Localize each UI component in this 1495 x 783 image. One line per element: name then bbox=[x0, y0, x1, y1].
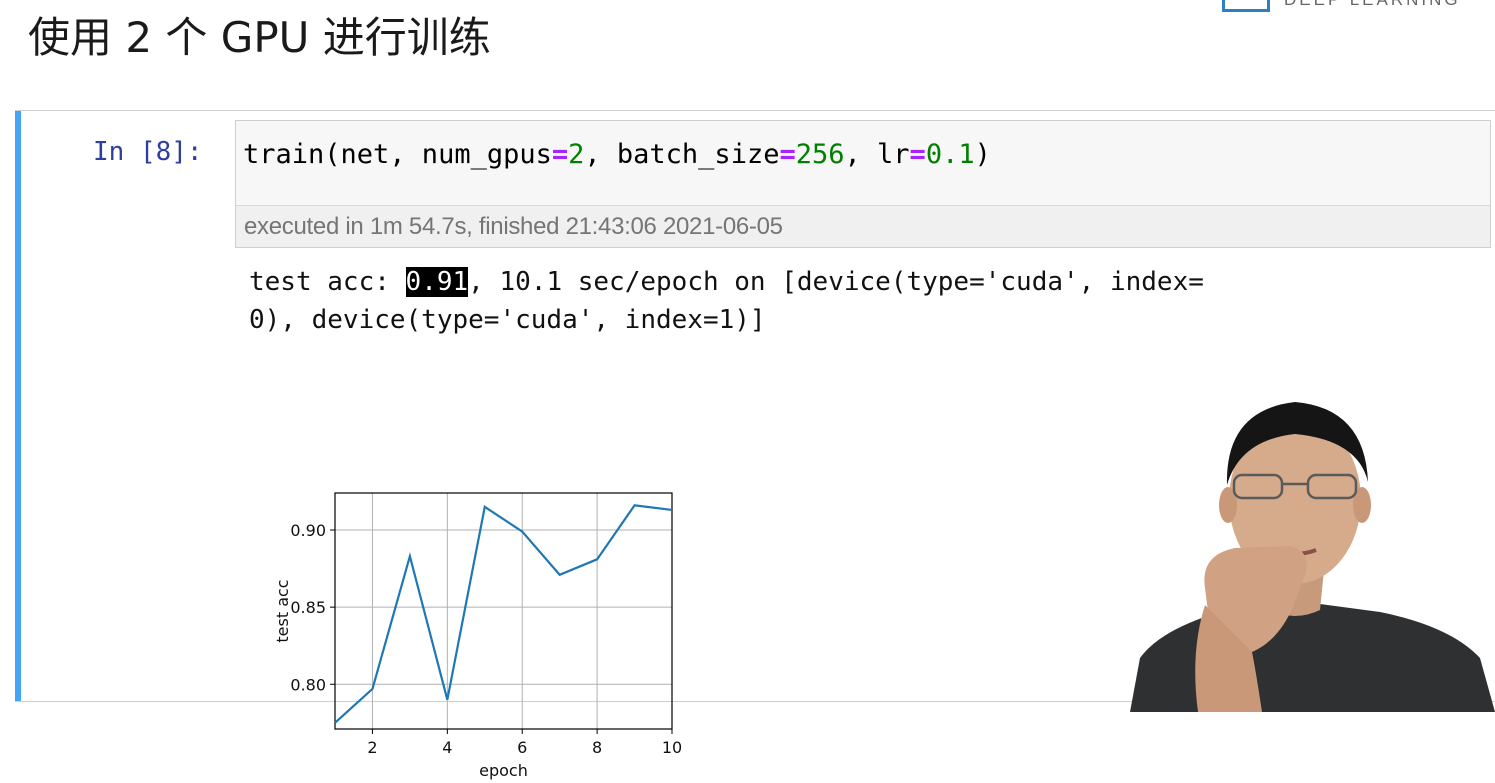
code-token-num: 256 bbox=[796, 139, 845, 170]
output-line2: 0), device(type='cuda', index=1)] bbox=[249, 305, 766, 335]
y-tick-label: 0.90 bbox=[290, 521, 326, 540]
x-tick-label: 8 bbox=[592, 738, 602, 757]
y-tick-label: 0.85 bbox=[290, 598, 326, 617]
test-acc-chart: 2 4 6 8 10 0.80 0.85 0.90 epoch test acc bbox=[265, 483, 705, 783]
brand-logo: DEEP LEARNING bbox=[1222, 0, 1482, 14]
test-acc-series-line bbox=[335, 505, 672, 722]
presenter-video bbox=[1130, 390, 1495, 712]
code-token-num: 2 bbox=[568, 139, 584, 170]
x-tick-label: 2 bbox=[367, 738, 377, 757]
x-tick-label: 10 bbox=[662, 738, 682, 757]
output-line1-rest: , 10.1 sec/epoch on [device(type='cuda',… bbox=[468, 267, 1204, 297]
presenter-shirt bbox=[1130, 602, 1495, 712]
input-prompt: In [8]: bbox=[93, 137, 203, 167]
code-input-area[interactable]: train(net, num_gpus=2, batch_size=256, l… bbox=[235, 120, 1491, 248]
y-axis-label: test acc bbox=[273, 579, 292, 642]
logo-mark-icon bbox=[1222, 0, 1270, 12]
plot-frame bbox=[335, 493, 672, 729]
y-tick-label: 0.80 bbox=[290, 675, 326, 694]
code-token-plain: , batch_size bbox=[584, 139, 779, 170]
code-token-op: = bbox=[910, 139, 926, 170]
code-token-op: = bbox=[552, 139, 568, 170]
code-token-op: = bbox=[779, 139, 795, 170]
code-token-plain: , lr bbox=[845, 139, 910, 170]
x-tick-label: 4 bbox=[442, 738, 452, 757]
code-token-plain: train(net, num_gpus bbox=[243, 139, 552, 170]
code-token-num: 0.1 bbox=[926, 139, 975, 170]
cell-output: test acc: 0.91, 10.1 sec/epoch on [devic… bbox=[249, 263, 1204, 339]
code-token-plain: ) bbox=[975, 139, 991, 170]
logo-text: DEEP LEARNING bbox=[1284, 0, 1461, 10]
output-prefix: test acc: bbox=[249, 267, 406, 297]
output-highlighted-value: 0.91 bbox=[406, 267, 469, 297]
code-line[interactable]: train(net, num_gpus=2, batch_size=256, l… bbox=[243, 139, 991, 170]
x-tick-label: 6 bbox=[517, 738, 527, 757]
execution-info-bar: executed in 1m 54.7s, finished 21:43:06 … bbox=[236, 205, 1490, 247]
x-axis-label: epoch bbox=[479, 761, 528, 780]
cell-selection-bar bbox=[15, 111, 21, 701]
slide-title: 使用 2 个 GPU 进行训练 bbox=[28, 4, 491, 65]
execution-info: executed in 1m 54.7s, finished 21:43:06 … bbox=[244, 213, 783, 241]
